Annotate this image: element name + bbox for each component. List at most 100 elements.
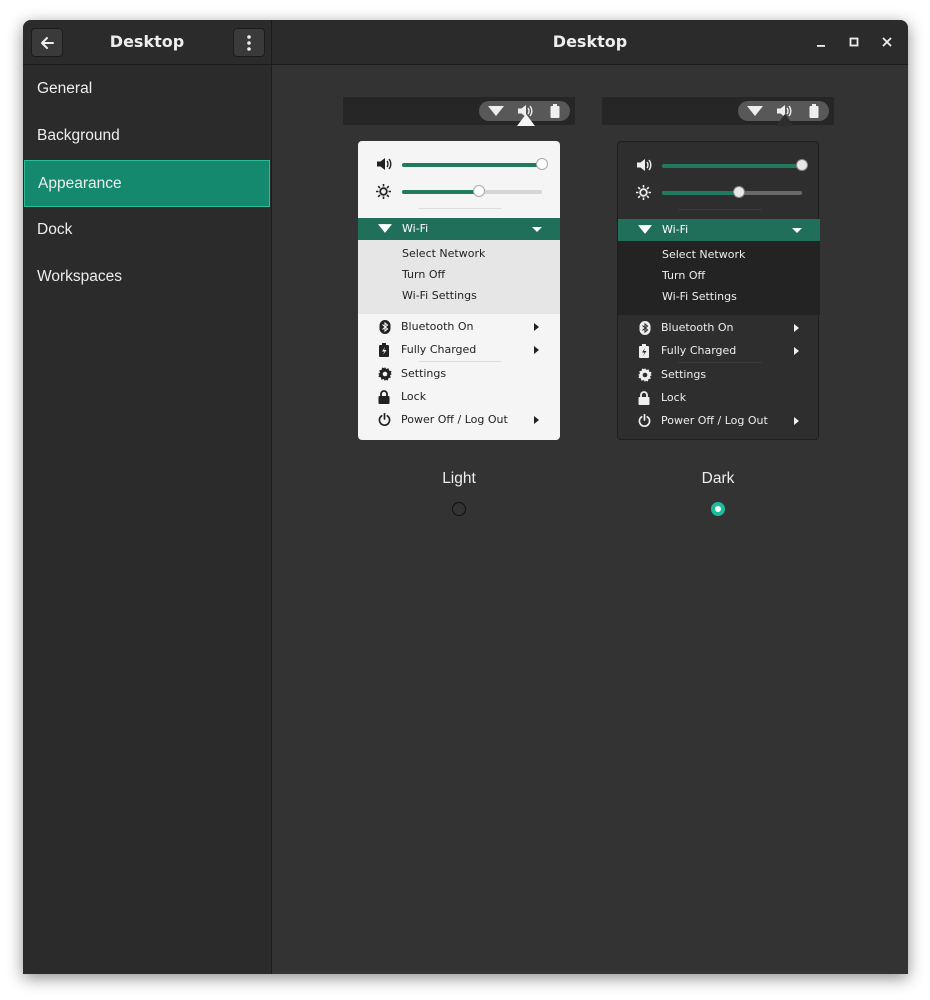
maximize-icon bbox=[849, 37, 859, 47]
lock-icon bbox=[638, 391, 650, 405]
system-menu: Wi-Fi Select Network Turn Off Wi-Fi Sett… bbox=[617, 141, 820, 440]
sidebar-title: Desktop bbox=[109, 32, 185, 51]
lock-item[interactable]: Lock bbox=[618, 389, 820, 407]
gear-icon bbox=[378, 367, 392, 381]
wifi-settings-item[interactable]: Wi-Fi Settings bbox=[662, 290, 737, 304]
light-theme-radio[interactable] bbox=[452, 502, 466, 516]
chevron-right-icon bbox=[534, 323, 539, 331]
menu-pointer bbox=[776, 114, 794, 126]
power-icon bbox=[378, 413, 391, 426]
battery-label: Fully Charged bbox=[401, 343, 477, 356]
select-network-item[interactable]: Select Network bbox=[662, 248, 745, 262]
settings-item[interactable]: Settings bbox=[618, 366, 820, 384]
chevron-right-icon bbox=[794, 417, 799, 425]
chevron-down-icon bbox=[792, 228, 802, 233]
power-item[interactable]: Power Off / Log Out bbox=[618, 412, 820, 430]
preview-top-panel bbox=[602, 97, 834, 125]
dark-theme-label: Dark bbox=[701, 470, 735, 487]
separator bbox=[418, 208, 502, 209]
system-menu: Wi-Fi Select Network Turn Off Wi-Fi Sett… bbox=[358, 141, 560, 440]
light-theme-preview[interactable]: Wi-Fi Select Network Turn Off Wi-Fi Sett… bbox=[343, 97, 575, 458]
settings-window: Desktop Desktop General Background Appea… bbox=[23, 20, 908, 974]
lock-icon bbox=[378, 390, 390, 404]
gear-icon bbox=[638, 368, 652, 382]
wifi-icon bbox=[638, 225, 652, 234]
preview-desktop: Wi-Fi Select Network Turn Off Wi-Fi Sett… bbox=[343, 114, 575, 458]
bluetooth-label: Bluetooth On bbox=[401, 320, 474, 333]
sidebar-item-appearance[interactable]: Appearance bbox=[24, 160, 270, 207]
arrow-left-icon bbox=[41, 36, 54, 49]
radio-dot bbox=[715, 506, 721, 512]
battery-item[interactable]: Fully Charged bbox=[358, 341, 560, 359]
wifi-icon bbox=[488, 106, 504, 116]
wifi-settings-item[interactable]: Wi-Fi Settings bbox=[402, 289, 477, 303]
power-item[interactable]: Power Off / Log Out bbox=[358, 411, 560, 429]
minimize-button[interactable] bbox=[814, 35, 828, 49]
wifi-label: Wi-Fi bbox=[402, 222, 429, 235]
brightness-slider[interactable] bbox=[618, 185, 820, 201]
sidebar-item-workspaces[interactable]: Workspaces bbox=[23, 253, 271, 300]
separator bbox=[678, 209, 762, 210]
brightness-slider[interactable] bbox=[358, 184, 560, 200]
chevron-right-icon bbox=[534, 416, 539, 424]
lock-item[interactable]: Lock bbox=[358, 388, 560, 406]
volume-icon bbox=[377, 158, 392, 170]
preview-desktop: Wi-Fi Select Network Turn Off Wi-Fi Sett… bbox=[602, 114, 834, 458]
maximize-button[interactable] bbox=[847, 35, 861, 49]
vertical-dots-icon bbox=[247, 34, 251, 51]
settings-label: Settings bbox=[401, 367, 447, 380]
wifi-label: Wi-Fi bbox=[662, 223, 689, 236]
sidebar-item-dock[interactable]: Dock bbox=[23, 206, 271, 253]
chevron-down-icon bbox=[532, 227, 542, 232]
battery-charging-icon bbox=[639, 344, 649, 358]
sidebar-item-background[interactable]: Background bbox=[23, 112, 271, 159]
battery-item[interactable]: Fully Charged bbox=[618, 342, 820, 360]
battery-icon bbox=[550, 104, 560, 118]
turn-off-item[interactable]: Turn Off bbox=[662, 269, 705, 283]
dark-theme-preview[interactable]: Wi-Fi Select Network Turn Off Wi-Fi Sett… bbox=[602, 97, 834, 458]
preview-top-panel bbox=[343, 97, 575, 125]
select-network-item[interactable]: Select Network bbox=[402, 247, 485, 261]
light-theme-label: Light bbox=[442, 470, 476, 487]
lock-label: Lock bbox=[661, 391, 687, 404]
separator bbox=[418, 361, 502, 362]
dark-theme-radio[interactable] bbox=[711, 502, 725, 516]
lock-label: Lock bbox=[401, 390, 427, 403]
settings-label: Settings bbox=[661, 368, 707, 381]
bluetooth-icon bbox=[379, 320, 391, 334]
sidebar-item-general[interactable]: General bbox=[23, 65, 271, 112]
bluetooth-label: Bluetooth On bbox=[661, 321, 734, 334]
volume-slider[interactable] bbox=[358, 157, 560, 173]
sidebar-header: Desktop bbox=[23, 20, 272, 65]
power-icon bbox=[638, 414, 651, 427]
wifi-icon bbox=[747, 106, 763, 116]
bluetooth-icon bbox=[639, 321, 651, 335]
chevron-right-icon bbox=[794, 347, 799, 355]
page-title: Desktop bbox=[552, 32, 628, 51]
close-button[interactable] bbox=[880, 35, 894, 49]
wifi-icon bbox=[378, 224, 392, 233]
minimize-icon bbox=[817, 45, 825, 47]
wifi-submenu: Select Network Turn Off Wi-Fi Settings bbox=[358, 240, 560, 314]
battery-charging-icon bbox=[379, 343, 389, 357]
bluetooth-item[interactable]: Bluetooth On bbox=[358, 318, 560, 336]
volume-icon bbox=[637, 159, 652, 171]
wifi-submenu: Select Network Turn Off Wi-Fi Settings bbox=[618, 241, 820, 315]
chevron-right-icon bbox=[534, 346, 539, 354]
back-button[interactable] bbox=[31, 28, 63, 57]
chevron-right-icon bbox=[794, 324, 799, 332]
power-label: Power Off / Log Out bbox=[661, 414, 768, 427]
volume-slider[interactable] bbox=[618, 158, 820, 174]
wifi-menu-item[interactable]: Wi-Fi bbox=[358, 218, 560, 240]
brightness-icon bbox=[636, 185, 651, 200]
menu-pointer bbox=[517, 114, 535, 126]
bluetooth-item[interactable]: Bluetooth On bbox=[618, 319, 820, 337]
separator bbox=[678, 362, 762, 363]
battery-icon bbox=[809, 104, 819, 118]
wifi-menu-item[interactable]: Wi-Fi bbox=[618, 219, 820, 241]
settings-item[interactable]: Settings bbox=[358, 365, 560, 383]
battery-label: Fully Charged bbox=[661, 344, 737, 357]
turn-off-item[interactable]: Turn Off bbox=[402, 268, 445, 282]
sidebar: General Background Appearance Dock Works… bbox=[23, 65, 272, 974]
menu-button[interactable] bbox=[233, 28, 265, 57]
